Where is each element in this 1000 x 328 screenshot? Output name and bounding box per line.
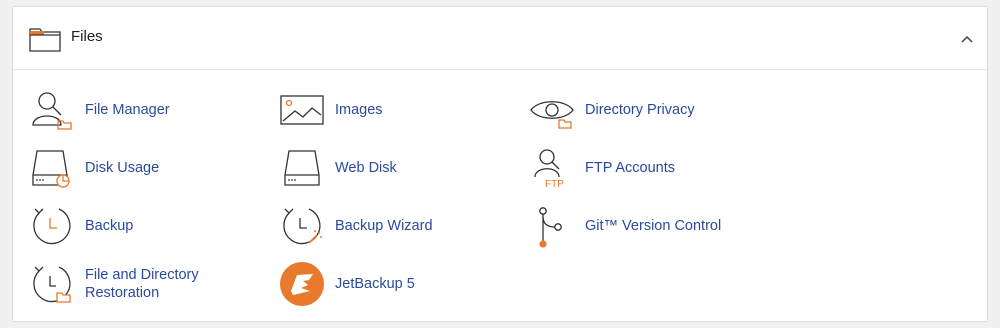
panel-header[interactable]: Files [13, 7, 987, 70]
item-label: Images [335, 102, 383, 118]
restoration-icon [33, 266, 71, 303]
folder-icon [29, 28, 61, 52]
web-disk-icon [284, 150, 320, 186]
images-icon [280, 95, 324, 125]
item-label: JetBackup 5 [335, 276, 415, 292]
ftp-text: FTP [545, 179, 564, 190]
file-manager-icon [32, 92, 72, 130]
files-panel: Files File Manager Images Directory Priv… [12, 6, 988, 322]
item-label: Git™ Version Control [585, 218, 722, 234]
git-icon [539, 207, 562, 248]
item-label: File Manager [85, 102, 170, 118]
jetbackup-icon [280, 262, 324, 306]
item-label: File and Directory Restoration [85, 267, 199, 301]
item-label: Web Disk [335, 160, 397, 176]
backup-wizard-icon [283, 208, 322, 245]
item-label: Backup [85, 218, 134, 234]
item-label: FTP Accounts [585, 160, 675, 176]
ftp-accounts-icon: FTP [534, 149, 564, 190]
item-label: Directory Privacy [585, 102, 695, 118]
directory-privacy-icon [530, 101, 574, 129]
item-label: Disk Usage [85, 160, 160, 176]
disk-usage-icon [32, 150, 70, 188]
chevron-up-icon[interactable] [957, 29, 977, 49]
item-label: Backup Wizard [335, 218, 433, 234]
backup-icon [33, 208, 71, 245]
section-title: Files [71, 28, 103, 45]
